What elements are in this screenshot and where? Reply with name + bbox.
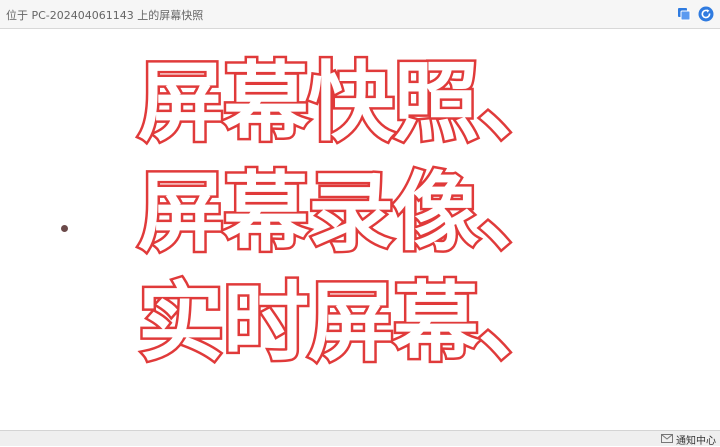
copy-icon[interactable] [676, 6, 692, 22]
title-bar: 位于 PC-202404061143 上的屏幕快照 [0, 0, 720, 29]
headline-line-2: 屏幕录像、 [136, 163, 567, 263]
refresh-icon[interactable] [698, 6, 714, 22]
notification-center-label: 通知中心 [676, 436, 716, 447]
mail-icon [661, 433, 676, 446]
notification-center-button[interactable]: 通知中心 [661, 432, 716, 447]
cursor-dot [61, 225, 68, 232]
status-bar: 通知中心 [0, 430, 720, 447]
window-title: 位于 PC-202404061143 上的屏幕快照 [6, 9, 204, 22]
headline-line-3: 实时屏幕、 [136, 273, 567, 373]
headline-line-1: 屏幕快照、 [136, 53, 567, 153]
screenshot-canvas: 屏幕快照、 屏幕录像、 实时屏幕、 [0, 29, 720, 430]
